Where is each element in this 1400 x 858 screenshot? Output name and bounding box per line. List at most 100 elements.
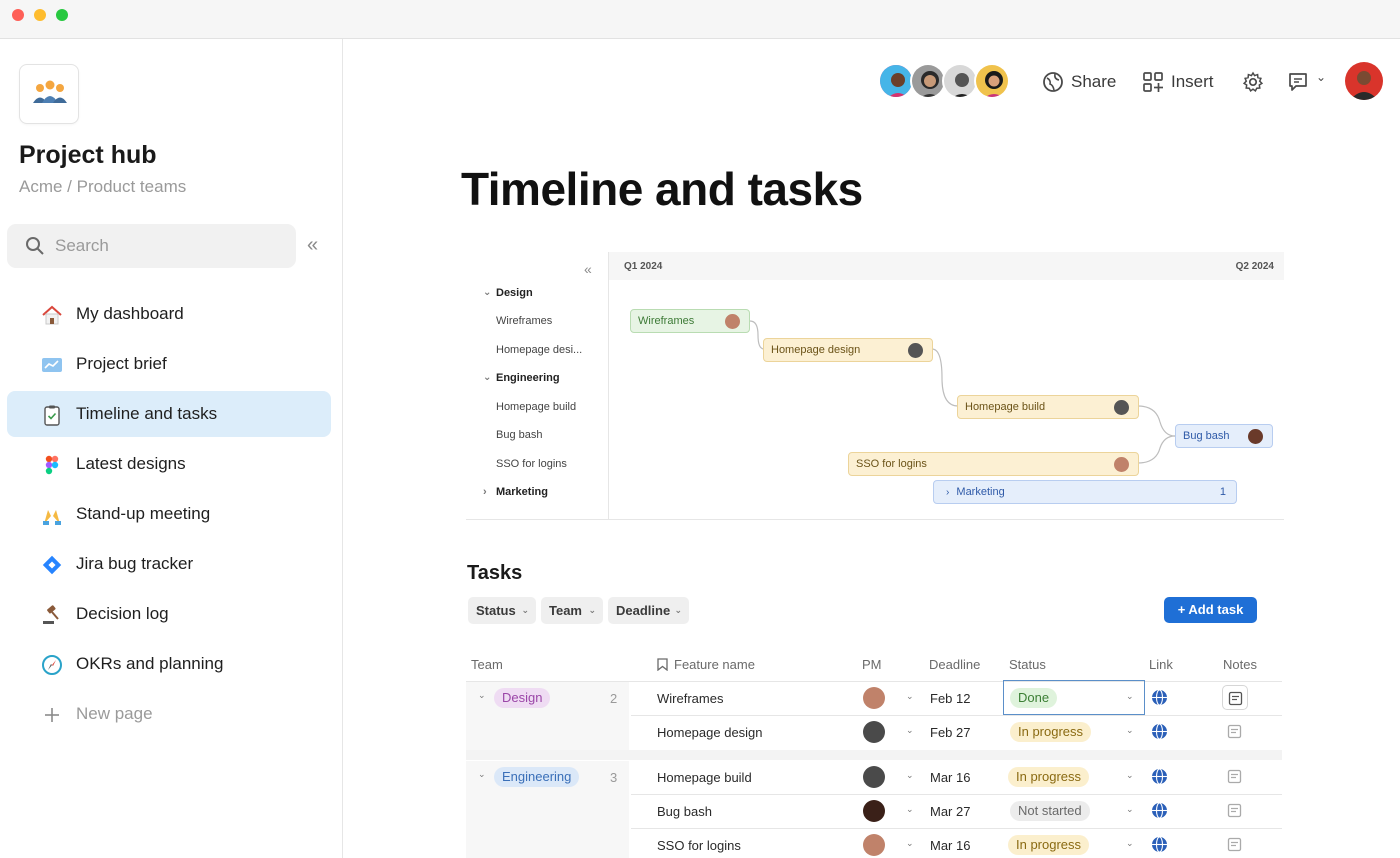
globe-link-icon[interactable] — [1151, 836, 1168, 853]
collaborator-avatar[interactable] — [942, 63, 978, 99]
deadline-cell[interactable]: Mar 16 — [930, 770, 970, 785]
sidebar-item-project-brief[interactable]: Project brief — [7, 341, 331, 387]
deadline-cell[interactable]: Mar 16 — [930, 838, 970, 853]
chevron-down-icon[interactable]: ⌄ — [906, 838, 914, 849]
note-icon[interactable] — [1227, 803, 1242, 818]
chevron-down-icon[interactable]: ⌄ — [1126, 770, 1134, 781]
chevron-down-icon: ⌄ — [674, 605, 682, 615]
collaborator-avatar[interactable] — [910, 63, 946, 99]
column-header-pm[interactable]: PM — [862, 657, 882, 672]
sidebar-item-okrs-and-planning[interactable]: OKRs and planning — [7, 641, 331, 687]
note-icon[interactable] — [1227, 837, 1242, 852]
globe-link-icon[interactable] — [1151, 802, 1168, 819]
column-header-status[interactable]: Status — [1009, 657, 1046, 672]
notes-button[interactable] — [1222, 685, 1248, 710]
collaborator-avatar[interactable] — [878, 63, 914, 99]
chevron-down-icon[interactable]: ⌄ — [1126, 804, 1134, 815]
column-header-feature-name[interactable]: Feature name — [657, 657, 755, 672]
insert-button[interactable]: Insert — [1142, 70, 1224, 94]
column-header-notes[interactable]: Notes — [1223, 657, 1257, 672]
share-button[interactable]: Share — [1042, 70, 1124, 94]
globe-link-icon[interactable] — [1151, 768, 1168, 785]
chart-icon — [42, 358, 62, 372]
collaborator-avatar[interactable] — [974, 63, 1010, 99]
settings-button[interactable] — [1242, 70, 1266, 94]
globe-link-icon[interactable] — [1151, 689, 1168, 706]
deadline-cell[interactable]: Feb 12 — [930, 691, 970, 706]
breadcrumb[interactable]: Acme / Product teams — [19, 177, 186, 197]
minimize-window-button[interactable] — [34, 9, 46, 21]
timeline-bar-marketing[interactable]: › Marketing 1 — [933, 480, 1237, 504]
collapse-sidebar-icon[interactable]: « — [307, 235, 318, 255]
globe-link-icon[interactable] — [1151, 723, 1168, 740]
status-pill[interactable]: In progress — [1010, 722, 1092, 742]
chevron-down-icon[interactable]: ⌄ — [906, 725, 914, 736]
chevron-down-icon[interactable]: ⌄ — [1126, 838, 1134, 849]
feature-name-cell[interactable]: SSO for logins — [657, 838, 741, 853]
column-header-deadline[interactable]: Deadline — [929, 657, 980, 672]
chevron-down-icon[interactable]: ⌄ — [478, 769, 486, 780]
timeline-bar-homepage-design[interactable]: Homepage design — [763, 338, 933, 362]
note-icon[interactable] — [1227, 769, 1242, 784]
column-label: Feature name — [674, 657, 755, 672]
filter-deadline[interactable]: Deadline ⌄ — [608, 597, 689, 624]
chevron-down-icon[interactable]: ⌄ — [906, 691, 914, 702]
chevron-down-icon[interactable]: ⌄ — [478, 690, 486, 701]
row-divider — [631, 715, 1282, 716]
chevron-down-icon[interactable]: ⌄ — [906, 770, 914, 781]
gear-icon — [1242, 71, 1264, 93]
feature-name-cell[interactable]: Wireframes — [657, 691, 723, 706]
deadline-cell[interactable]: Mar 27 — [930, 804, 970, 819]
app-logo[interactable] — [19, 64, 79, 124]
sidebar-item-latest-designs[interactable]: Latest designs — [7, 441, 331, 487]
feature-name-cell[interactable]: Homepage design — [657, 725, 763, 740]
column-header-team[interactable]: Team — [471, 657, 503, 672]
gavel-icon — [43, 605, 59, 624]
sidebar-item-stand-up-meeting[interactable]: Stand-up meeting — [7, 491, 331, 537]
sidebar-item-label: OKRs and planning — [76, 654, 224, 673]
deadline-cell[interactable]: Feb 27 — [930, 725, 970, 740]
status-pill[interactable]: Not started — [1010, 801, 1090, 821]
sidebar-item-label: Jira bug tracker — [76, 554, 194, 573]
status-pill[interactable]: In progress — [1008, 835, 1090, 855]
timeline-bar-homepage-build[interactable]: Homepage build — [957, 395, 1139, 419]
timeline-bar-bug-bash[interactable]: Bug bash — [1175, 424, 1273, 448]
pm-avatar[interactable] — [863, 721, 885, 743]
status-pill[interactable]: In progress — [1008, 767, 1090, 787]
comment-icon — [1289, 73, 1307, 91]
column-header-link[interactable]: Link — [1149, 657, 1173, 672]
maximize-window-button[interactable] — [56, 9, 68, 21]
new-page-button[interactable]: New page — [7, 691, 331, 737]
pm-avatar[interactable] — [863, 800, 885, 822]
note-icon[interactable] — [1227, 724, 1242, 739]
row-divider — [631, 794, 1282, 795]
chevron-down-icon: ⌄ — [588, 605, 596, 615]
feature-name-cell[interactable]: Bug bash — [657, 804, 712, 819]
assignee-avatar — [908, 343, 923, 358]
user-avatar[interactable] — [1345, 62, 1383, 100]
close-window-button[interactable] — [12, 9, 24, 21]
comments-button[interactable]: ⌄ — [1287, 70, 1329, 94]
chevron-down-icon[interactable]: ⌄ — [1126, 725, 1134, 736]
note-icon — [1228, 691, 1243, 706]
pm-avatar[interactable] — [863, 766, 885, 788]
team-tag-design: Design — [494, 688, 551, 708]
add-task-button[interactable]: + Add task — [1164, 597, 1257, 623]
sidebar-item-timeline-and-tasks[interactable]: Timeline and tasks — [7, 391, 331, 437]
sidebar-item-my-dashboard[interactable]: My dashboard — [7, 291, 331, 337]
pm-avatar[interactable] — [863, 687, 885, 709]
bar-count: 1 — [1219, 486, 1226, 498]
sidebar-item-label: Decision log — [76, 604, 169, 623]
filter-team[interactable]: Team ⌄ — [541, 597, 603, 624]
tasks-heading: Tasks — [467, 562, 523, 584]
feature-name-cell[interactable]: Homepage build — [657, 770, 752, 785]
filter-status[interactable]: Status ⌄ — [468, 597, 536, 624]
sidebar-item-jira-bug-tracker[interactable]: Jira bug tracker — [7, 541, 331, 587]
search-input[interactable]: Search — [7, 224, 296, 268]
timeline-bar-sso-for-logins[interactable]: SSO for logins — [848, 452, 1139, 476]
timeline-bar-wireframes[interactable]: Wireframes — [630, 309, 750, 333]
sidebar-item-decision-log[interactable]: Decision log — [7, 591, 331, 637]
chevron-down-icon[interactable]: ⌄ — [906, 804, 914, 815]
chevron-down-icon[interactable]: ⌄ — [1126, 691, 1134, 702]
pm-avatar[interactable] — [863, 834, 885, 856]
